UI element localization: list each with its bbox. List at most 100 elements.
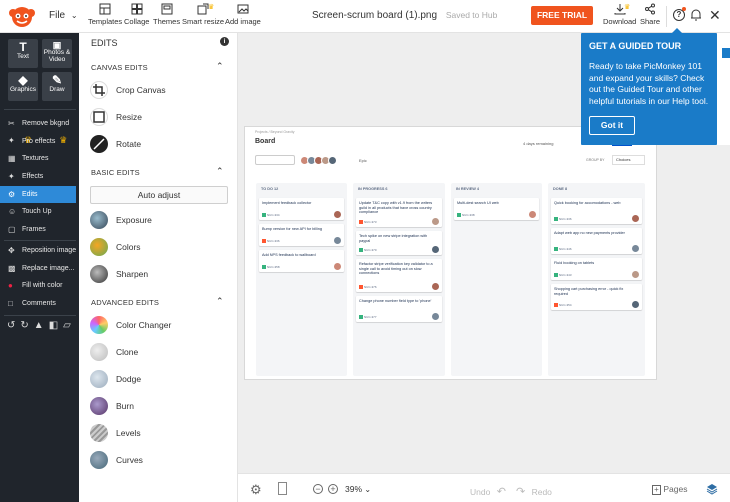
chevron-up-icon[interactable]: ⌃ xyxy=(216,61,224,72)
info-icon[interactable]: i xyxy=(220,37,229,46)
card-text: Fluid booking on tablets xyxy=(554,261,595,265)
close-icon[interactable]: ✕ xyxy=(709,7,721,24)
gear-icon[interactable]: ⚙ xyxy=(250,482,262,498)
themes-button[interactable]: Themes xyxy=(153,3,180,26)
rotate-left-icon[interactable]: ↺ xyxy=(7,320,20,331)
divider xyxy=(666,6,667,27)
photos-video-tool[interactable]: ▣ Photos & Video xyxy=(42,39,72,68)
picmonkey-logo[interactable] xyxy=(8,4,36,28)
card-id: NUC-334 xyxy=(262,213,280,217)
card-id-text: NUC-377 xyxy=(364,314,377,319)
layers-icon[interactable] xyxy=(706,483,718,497)
rotate-icon xyxy=(90,135,108,153)
touch-up-icon: ☺ xyxy=(8,207,17,216)
avatar xyxy=(432,246,439,253)
rail-item-effects[interactable]: ✦ Effects xyxy=(0,168,79,185)
edit-item-label: Color Changer xyxy=(116,320,172,330)
avatar xyxy=(632,245,639,252)
reposition-icon: ✥ xyxy=(8,246,15,255)
download-button[interactable]: Download ♛ xyxy=(603,3,636,26)
card-id: NUC-336 xyxy=(262,239,280,243)
card-text: Update T&C copy with v1.9 from the write… xyxy=(359,201,433,215)
add-image-button[interactable]: Add image xyxy=(225,3,261,26)
color-changer-icon xyxy=(90,316,108,334)
rotate-right-icon[interactable]: ↻ xyxy=(20,320,33,331)
avatar xyxy=(632,271,639,278)
zoom-in-icon[interactable]: + xyxy=(328,484,338,494)
edit-item-label: Rotate xyxy=(116,139,142,149)
document-title[interactable]: Screen-scrum board (1).png Saved to Hub xyxy=(312,10,497,21)
smart-resize-label: Smart resize xyxy=(182,17,225,26)
rail-item-label: Pro effects xyxy=(22,138,56,145)
crown-icon: ♛ xyxy=(624,4,631,11)
board-card: Implement feedback collector NUC-334 xyxy=(259,198,344,220)
redo-icon: ↷ xyxy=(516,486,526,498)
zoom-out-icon[interactable]: − xyxy=(313,484,323,494)
templates-button[interactable]: Templates xyxy=(88,3,122,26)
card-text: Shopping cart purchasing error - quick f… xyxy=(554,287,624,296)
graphics-tool[interactable]: ◆ Graphics xyxy=(8,72,38,101)
got-it-button[interactable]: Got it xyxy=(589,116,635,135)
rail-item-replace-image[interactable]: ▩ Replace image... xyxy=(0,260,79,277)
rail-item-textures[interactable]: ▦ Textures xyxy=(0,150,79,167)
section-heading-advanced: ADVANCED EDITS xyxy=(91,298,160,307)
collage-button[interactable]: Collage xyxy=(124,3,149,26)
layout-icon[interactable] xyxy=(278,482,287,495)
auto-adjust-button[interactable]: Auto adjust xyxy=(90,186,228,204)
templates-icon xyxy=(99,3,111,15)
chevron-up-icon[interactable]: ⌃ xyxy=(216,296,224,307)
card-text: Implement feedback collector xyxy=(262,201,312,205)
board-choices: Choices xyxy=(612,155,645,165)
tool-rail: T Text ▣ Photos & Video ◆ Graphics ✎ Dra… xyxy=(0,33,79,502)
textures-icon: ▦ xyxy=(8,154,16,163)
chevron-up-icon[interactable]: ⌃ xyxy=(216,166,224,177)
board-epic-filter: Epic xyxy=(359,158,367,163)
file-menu[interactable]: File ⌄ xyxy=(49,10,78,21)
layers-icon[interactable]: ◧ xyxy=(49,320,63,331)
board-card: Add NPS feedback to wallboard NUC-358 xyxy=(259,250,344,272)
rail-item-frames[interactable]: ▢ Frames xyxy=(0,221,79,238)
crown-icon: ♛ xyxy=(208,4,215,11)
card-id: NUC-370 xyxy=(359,248,377,252)
board-breadcrumb: Projects / Beyond Gravity xyxy=(255,130,295,134)
card-text: Refactor stripe verification key validat… xyxy=(359,262,433,276)
card-id: NUC-354 xyxy=(554,303,572,307)
share-button[interactable]: Share xyxy=(640,3,660,26)
edits-panel: EDITS i CANVAS EDITS ⌃ Crop Canvas Resiz… xyxy=(79,33,238,502)
rail-item-comments[interactable]: □ Comments xyxy=(0,295,79,312)
board-card: Shopping cart purchasing error - quick f… xyxy=(551,284,642,310)
free-trial-button[interactable]: FREE TRIAL xyxy=(531,6,593,25)
undo-button[interactable]: Undo ↶ xyxy=(470,485,506,498)
bell-icon[interactable] xyxy=(690,8,702,24)
rail-item-reposition[interactable]: ✥ Reposition image xyxy=(0,242,79,259)
add-image-label: Add image xyxy=(225,17,261,26)
draw-tool[interactable]: ✎ Draw xyxy=(42,72,72,101)
trash-icon[interactable]: ▱ xyxy=(63,320,76,331)
rail-item-edits[interactable]: ⚙ Edits xyxy=(0,186,76,203)
board-card: Refactor stripe verification key validat… xyxy=(356,259,442,292)
board-image[interactable]: Projects / Beyond Gravity Board 4 days r… xyxy=(244,126,657,380)
pages-button[interactable]: + Pages xyxy=(652,484,687,495)
text-tool[interactable]: T Text xyxy=(8,39,38,68)
rail-item-pro-effects[interactable]: ✦ Pro effects ♛ xyxy=(0,132,79,149)
replace-image-icon: ▩ xyxy=(8,264,16,273)
edit-item-label: Levels xyxy=(116,428,141,438)
card-id-text: NUC-336 xyxy=(267,238,280,243)
rail-item-touch-up[interactable]: ☺ Touch Up xyxy=(0,203,79,220)
pro-effects-icon: ✦ xyxy=(8,136,15,145)
board-column: IN REVIEW 4 Multi-dest search UI web NUC… xyxy=(451,183,542,376)
smart-resize-button[interactable]: Smart resize ♛ xyxy=(182,3,224,26)
board-card: Adapt web app no new payments provider N… xyxy=(551,228,642,254)
board-column: IN PROGRESS 6 Update T&C copy with v1.9 … xyxy=(353,183,445,376)
card-id-text: NUC-334 xyxy=(267,212,280,217)
zoom-level[interactable]: 39% ⌄ xyxy=(345,484,371,494)
rail-item-fill-color[interactable]: ● Fill with color xyxy=(0,277,79,294)
flip-icon[interactable]: ▲ xyxy=(34,320,49,331)
redo-button[interactable]: ↷ Redo xyxy=(516,485,552,498)
exposure-icon xyxy=(90,211,108,229)
rail-item-remove-bkgnd[interactable]: ✂ Remove bkgnd ♛ xyxy=(0,115,79,145)
bottom-toolbar: ⚙ − + 39% ⌄ Undo ↶ ↷ Redo + Pages xyxy=(238,473,730,502)
text-icon: T xyxy=(19,40,27,54)
effects-icon: ✦ xyxy=(8,172,15,181)
card-id-text: NUC-370 xyxy=(364,247,377,252)
